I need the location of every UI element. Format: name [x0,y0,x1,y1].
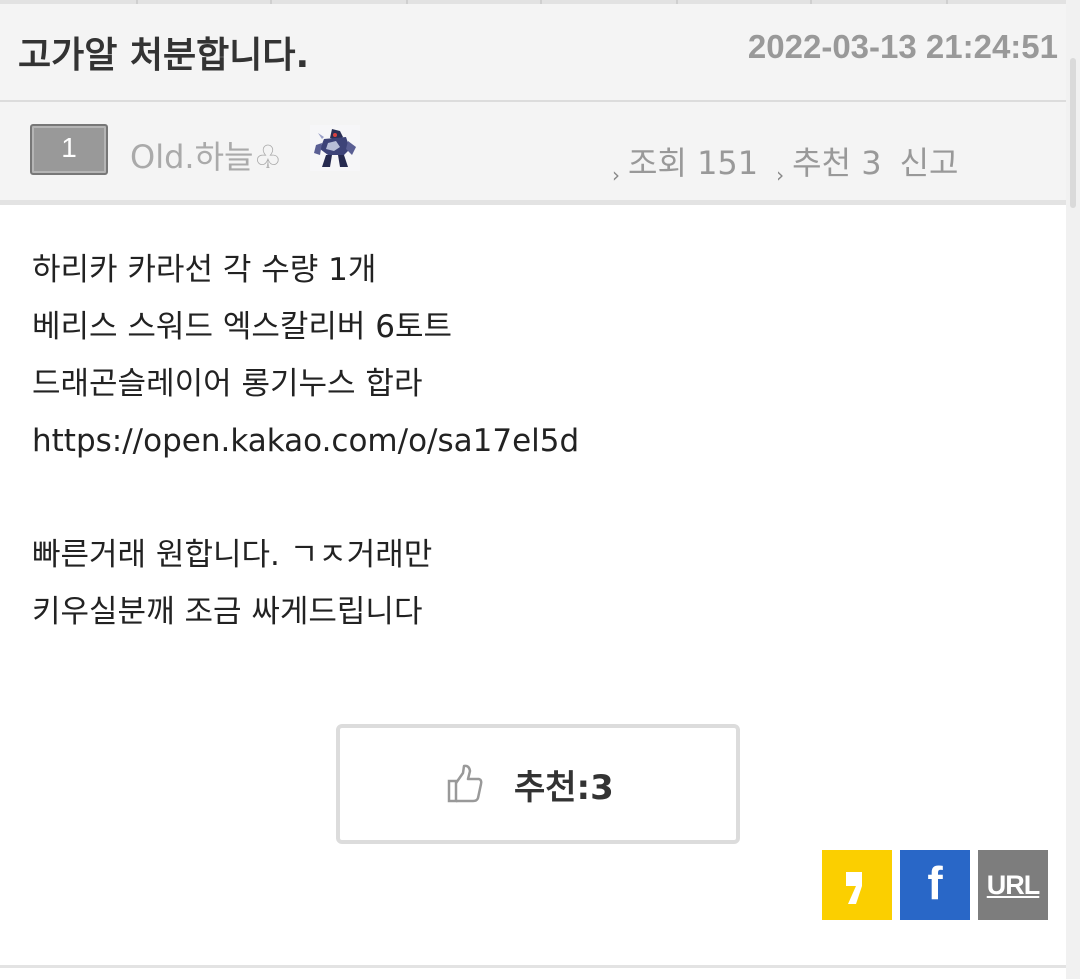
recommend-label: 추천 [792,144,852,182]
level-number: 1 [61,132,77,163]
divider [0,965,1066,968]
body-line: 빠른거래 원합니다. ㄱㅈ거래만 [32,537,433,573]
post-body: 하리카 카라선 각 수량 1개 베리스 스워드 엑스칼리버 6토트 드래곤슬레이… [32,242,579,641]
thumbs-up-icon [447,764,483,803]
body-line: 드래곤슬레이어 롱기누스 합라 [32,366,423,402]
level-badge: 1 [30,124,108,175]
url-copy-button[interactable]: URL [978,850,1048,920]
body-line: 하리카 카라선 각 수량 1개 [32,252,377,288]
views-label: 조회 [628,144,687,182]
body-line: 키우실분깨 조금 싸게드립니다 [32,594,423,630]
kakaostory-glyph [846,872,862,904]
kakao-share-button[interactable] [822,850,892,920]
author-nickname[interactable]: Old.하늘♧ [130,132,282,178]
post-datetime: 2022-03-13 21:24:51 [747,28,1058,65]
url-icon: URL [986,870,1041,900]
post-title: 고가알 처분합니다. [18,35,310,76]
separator-icon: › [776,163,785,187]
body-line [32,470,579,527]
post-meta: 1 Old.하늘♧ › 조회 151 › 추천 3 신고 [0,102,1066,205]
kakaostory-icon [822,864,892,912]
avatar-icon[interactable] [310,125,360,171]
scrollbar[interactable] [1066,0,1080,979]
recommend-count: 3 [861,144,882,182]
scrollbar-thumb[interactable] [1070,58,1076,208]
body-link[interactable]: https://open.kakao.com/o/sa17el5d [32,413,579,470]
facebook-share-button[interactable]: f [900,850,970,920]
post-stats: › 조회 151 › 추천 3 신고 [612,138,958,187]
views-count: 151 [697,144,759,182]
body-line: 베리스 스워드 엑스칼리버 6토트 [32,309,453,345]
recommend-button-label: 추천:3 [514,768,614,808]
post-header: 고가알 처분합니다. 2022-03-13 21:24:51 [0,4,1066,102]
recommend-button[interactable]: 추천:3 [336,724,740,844]
facebook-icon: f [927,857,943,909]
separator-icon: › [612,163,620,187]
report-link[interactable]: 신고 [900,144,959,182]
